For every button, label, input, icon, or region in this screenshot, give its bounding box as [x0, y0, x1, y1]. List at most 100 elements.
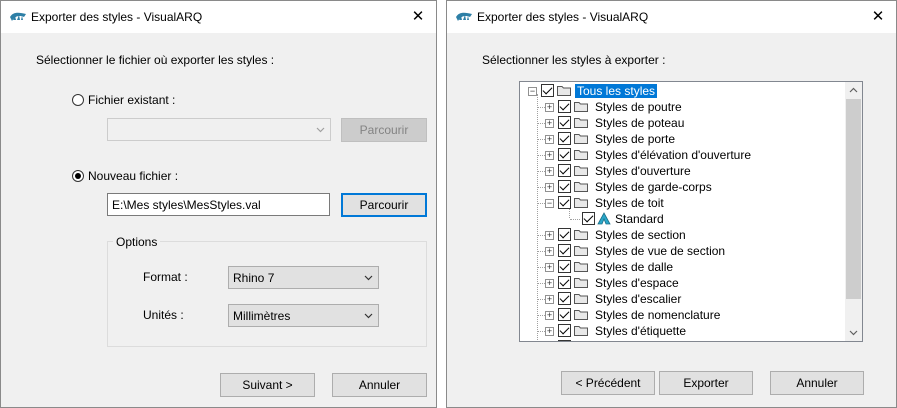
- checkbox-checked[interactable]: [558, 260, 571, 273]
- instruction-text: Sélectionner le fichier où exporter les …: [36, 53, 275, 67]
- checkbox-checked[interactable]: [558, 164, 571, 177]
- checkbox-checked[interactable]: [558, 116, 571, 129]
- folder-icon: [574, 182, 588, 192]
- chevron-down-icon[interactable]: [849, 328, 858, 337]
- cancel-button[interactable]: Annuler: [332, 373, 427, 397]
- existing-file-label: Fichier existant :: [88, 93, 176, 107]
- tree-label: Styles de porte: [595, 132, 676, 146]
- close-icon[interactable]: ✕: [406, 5, 430, 29]
- collapse-icon[interactable]: −: [545, 199, 554, 208]
- tree-label: Styles d'élévation d'ouverture: [595, 148, 752, 162]
- expand-icon[interactable]: +: [545, 167, 554, 176]
- tree-item[interactable]: + Styles d'élévation d'ouverture: [520, 147, 850, 163]
- tree-item[interactable]: + Styles de nomenclature: [520, 307, 850, 323]
- tree-label: Styles de toit: [595, 196, 664, 210]
- folder-icon: [574, 150, 588, 160]
- tree-label: Standard: [615, 212, 664, 226]
- options-group: [107, 241, 427, 347]
- tree-item[interactable]: + Styles de porte: [520, 131, 850, 147]
- checkbox-checked[interactable]: [541, 84, 554, 97]
- checkbox-checked[interactable]: [558, 228, 571, 241]
- checkbox-checked[interactable]: [558, 196, 571, 209]
- new-file-path-input[interactable]: E:\Mes styles\MesStyles.val: [107, 193, 330, 216]
- tree-item[interactable]: + Styles de poteau: [520, 115, 850, 131]
- tree-item-expanded[interactable]: − Styles de toit: [520, 195, 850, 211]
- expand-icon[interactable]: +: [545, 119, 554, 128]
- expand-icon[interactable]: +: [545, 231, 554, 240]
- roof-style-icon: [597, 212, 611, 225]
- tree-item-partial[interactable]: +: [520, 339, 850, 341]
- tree-label: Styles de garde-corps: [595, 180, 712, 194]
- tree-item[interactable]: + Styles de section: [520, 227, 850, 243]
- existing-file-radio[interactable]: [72, 94, 84, 106]
- expand-icon[interactable]: +: [545, 311, 554, 320]
- collapse-icon[interactable]: −: [528, 87, 537, 96]
- checkbox-checked[interactable]: [558, 148, 571, 161]
- tree-label: Styles de poutre: [595, 100, 682, 114]
- folder-icon: [574, 294, 588, 304]
- title-bar: Exporter des styles - VisualARQ ✕: [447, 1, 896, 33]
- folder-icon: [574, 102, 588, 112]
- checkbox-checked[interactable]: [558, 292, 571, 305]
- scrollbar-thumb[interactable]: [846, 99, 861, 299]
- expand-icon[interactable]: +: [545, 103, 554, 112]
- close-icon[interactable]: ✕: [866, 5, 890, 29]
- expand-icon[interactable]: +: [545, 263, 554, 272]
- expand-icon[interactable]: +: [545, 151, 554, 160]
- folder-icon: [574, 262, 588, 272]
- tree-item[interactable]: + Styles de dalle: [520, 259, 850, 275]
- expand-icon[interactable]: +: [545, 183, 554, 192]
- chevron-up-icon[interactable]: [849, 86, 858, 95]
- back-button[interactable]: < Précédent: [561, 371, 655, 395]
- export-button[interactable]: Exporter: [659, 371, 753, 395]
- expand-icon[interactable]: +: [545, 295, 554, 304]
- checkbox-checked[interactable]: [582, 212, 595, 225]
- existing-browse-button[interactable]: Parcourir: [341, 118, 427, 142]
- expand-icon[interactable]: +: [545, 247, 554, 256]
- tree-label: Styles de poteau: [595, 116, 685, 130]
- instruction-text: Sélectionner les styles à exporter :: [482, 53, 666, 67]
- title-bar: Exporter des styles - VisualARQ ✕: [1, 1, 436, 33]
- checkbox-checked[interactable]: [558, 132, 571, 145]
- format-select[interactable]: Rhino 7: [228, 266, 379, 289]
- tree-scrollbar[interactable]: [845, 82, 862, 341]
- expand-icon[interactable]: +: [545, 135, 554, 144]
- format-label: Format :: [143, 270, 188, 284]
- checkbox-checked[interactable]: [558, 324, 571, 337]
- folder-icon: [574, 134, 588, 144]
- units-select[interactable]: Millimètres: [228, 304, 379, 327]
- expand-icon[interactable]: +: [545, 327, 554, 336]
- new-file-path-value: E:\Mes styles\MesStyles.val: [112, 198, 261, 212]
- tree-item[interactable]: + Styles de poutre: [520, 99, 850, 115]
- folder-icon: [557, 86, 571, 96]
- cancel-button[interactable]: Annuler: [770, 371, 864, 395]
- checkbox-checked[interactable]: [558, 276, 571, 289]
- tree-leaf[interactable]: Standard: [520, 211, 850, 227]
- tree-item[interactable]: + Styles d'étiquette: [520, 323, 850, 339]
- chevron-down-icon: [364, 275, 373, 281]
- tree-item[interactable]: + Styles d'espace: [520, 275, 850, 291]
- checkbox-checked[interactable]: [558, 340, 571, 341]
- checkbox-checked[interactable]: [558, 244, 571, 257]
- tree-item[interactable]: + Styles d'escalier: [520, 291, 850, 307]
- tree-label: Styles d'ouverture: [595, 164, 691, 178]
- expand-icon[interactable]: +: [545, 279, 554, 288]
- tree-label: Styles de vue de section: [595, 244, 726, 258]
- tree-item[interactable]: + Styles de garde-corps: [520, 179, 850, 195]
- existing-file-select[interactable]: [107, 118, 331, 141]
- window-title: Exporter des styles - VisualARQ: [31, 10, 203, 24]
- tree-label: Styles de nomenclature: [595, 308, 721, 322]
- styles-tree[interactable]: − Tous les styles + Styles de poutre + S…: [519, 81, 863, 342]
- next-button[interactable]: Suivant >: [220, 373, 315, 397]
- folder-icon: [574, 230, 588, 240]
- new-file-radio[interactable]: [72, 170, 84, 182]
- tree-label: Styles d'escalier: [595, 292, 682, 306]
- new-browse-button[interactable]: Parcourir: [341, 193, 427, 217]
- tree-label: Styles d'espace: [595, 276, 679, 290]
- checkbox-checked[interactable]: [558, 180, 571, 193]
- tree-item[interactable]: + Styles de vue de section: [520, 243, 850, 259]
- checkbox-checked[interactable]: [558, 308, 571, 321]
- tree-root[interactable]: − Tous les styles: [520, 83, 850, 99]
- tree-item[interactable]: + Styles d'ouverture: [520, 163, 850, 179]
- checkbox-checked[interactable]: [558, 100, 571, 113]
